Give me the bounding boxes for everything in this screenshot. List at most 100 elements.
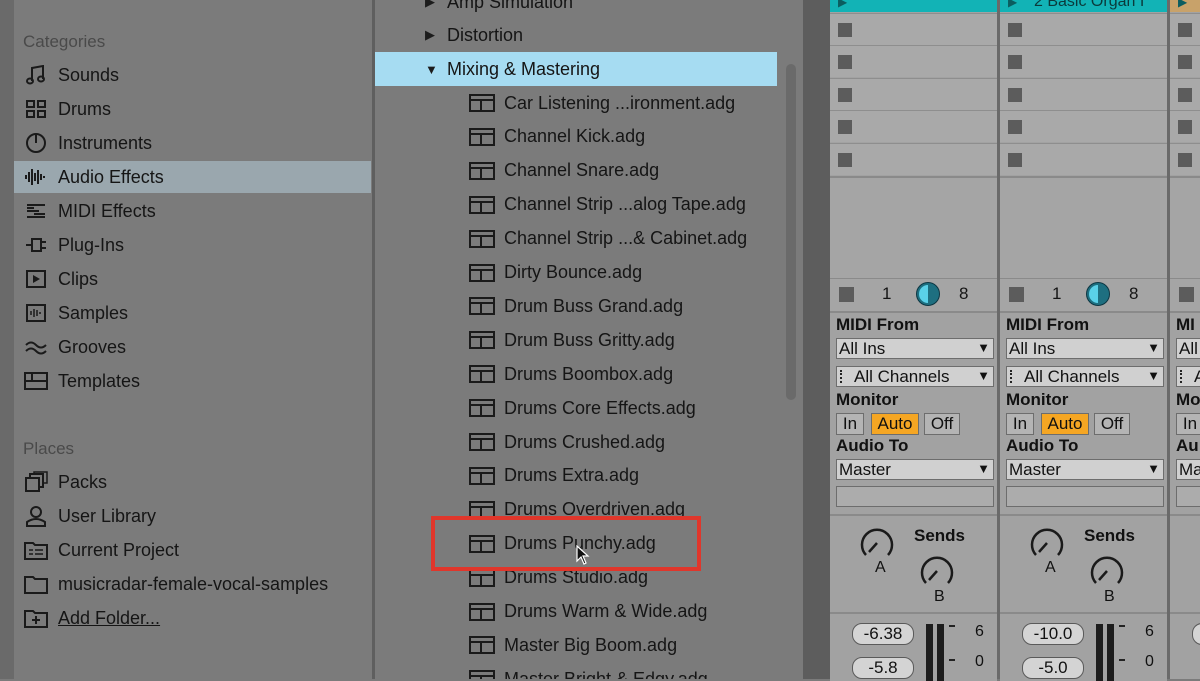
sidebar-item-audio-effects[interactable]: Audio Effects — [14, 161, 371, 193]
file-row[interactable]: Channel Snare.adg — [375, 154, 777, 188]
track-play-icon[interactable]: ▶ — [1008, 0, 1017, 9]
clip-stop-button[interactable] — [838, 87, 852, 102]
track-title-bar[interactable]: ▶ 2 Basic Organ I — [1000, 0, 1167, 12]
expand-triangle-icon[interactable]: ▶ — [425, 27, 439, 43]
clip-stop-button[interactable] — [1008, 120, 1022, 135]
file-row[interactable]: Channel Strip ...alog Tape.adg — [375, 188, 777, 222]
clip-stop-button[interactable] — [1178, 23, 1192, 37]
clip-slot[interactable] — [1000, 45, 1167, 78]
clip-stop-button[interactable] — [838, 120, 852, 135]
send-b-knob[interactable] — [918, 552, 956, 590]
file-row[interactable]: Dirty Bounce.adg — [375, 256, 777, 290]
file-row[interactable]: Drums Extra.adg — [375, 459, 777, 493]
track-play-icon[interactable]: ▶ — [1178, 0, 1187, 9]
send-a-knob[interactable] — [858, 524, 896, 562]
file-row[interactable]: Drums Crushed.adg — [375, 425, 777, 459]
midi-from-dropdown[interactable]: All — [1176, 338, 1200, 359]
sidebar-item-instruments[interactable]: Instruments — [14, 127, 371, 159]
clip-stop-button[interactable] — [1008, 55, 1022, 70]
volume-field[interactable]: -10.0 — [1022, 623, 1084, 645]
clip-stop-button[interactable] — [1008, 152, 1022, 167]
file-row[interactable]: Channel Strip ...& Cabinet.adg — [375, 222, 777, 256]
send-b-knob[interactable] — [1088, 552, 1126, 590]
add-folder-button[interactable]: Add Folder... — [14, 602, 371, 634]
sidebar-item-samples[interactable]: Samples — [14, 297, 371, 329]
expand-triangle-icon[interactable]: ▶ — [425, 0, 439, 10]
pane-divider[interactable] — [803, 0, 830, 679]
monitor-off-button[interactable]: Off — [1094, 413, 1130, 435]
sidebar-item-plug-ins[interactable]: Plug-Ins — [14, 229, 371, 261]
clip-slot[interactable] — [1000, 77, 1167, 110]
sidebar-item-templates[interactable]: Templates — [14, 365, 371, 397]
volume-field-secondary[interactable]: -5.8 — [852, 657, 914, 679]
clip-slot[interactable] — [1170, 45, 1200, 78]
midi-from-dropdown[interactable]: All Ins ▼ — [1006, 338, 1164, 359]
file-row[interactable]: Drums Boombox.adg — [375, 357, 777, 391]
monitor-auto-button[interactable]: Auto — [871, 413, 919, 435]
clip-stop-button[interactable] — [1178, 152, 1192, 167]
clip-stop-button[interactable] — [1178, 120, 1192, 135]
folder-distortion[interactable]: ▶ Distortion — [375, 18, 777, 52]
folder-amp-simulation[interactable]: ▶ Amp Simulation — [375, 0, 777, 19]
clip-stop-button[interactable] — [1008, 23, 1022, 37]
clip-slot[interactable] — [1000, 13, 1167, 45]
track-title-bar[interactable]: ▶ — [830, 0, 997, 12]
file-row[interactable]: Drums Warm & Wide.adg — [375, 595, 777, 629]
track-play-icon[interactable]: ▶ — [838, 0, 847, 9]
audio-to-dropdown[interactable]: Master ▼ — [836, 459, 994, 480]
file-row[interactable]: Master Bright & Edgy.adg — [375, 662, 777, 679]
audio-to-channel-dropdown[interactable] — [1176, 486, 1200, 507]
audio-to-dropdown[interactable]: Master ▼ — [1006, 459, 1164, 480]
monitor-in-button[interactable]: In — [1006, 413, 1034, 435]
volume-field[interactable]: -6.38 — [852, 623, 914, 645]
track-title-bar[interactable]: ▶ — [1170, 0, 1200, 12]
sidebar-item-midi-effects[interactable]: MIDI Effects — [14, 195, 371, 227]
stop-clips-button[interactable] — [1179, 287, 1194, 302]
stop-clips-button[interactable] — [1009, 287, 1024, 302]
clip-stop-button[interactable] — [838, 55, 852, 70]
sidebar-item-drums[interactable]: Drums — [14, 93, 371, 125]
midi-channel-dropdown[interactable]: All Channels ▼ — [1006, 366, 1164, 387]
clip-stop-button[interactable] — [1178, 87, 1192, 102]
stop-clips-button[interactable] — [839, 287, 854, 302]
midi-channel-dropdown[interactable]: A — [1176, 366, 1200, 387]
audio-to-channel-dropdown[interactable] — [836, 486, 994, 507]
sidebar-item-musicradar-folder[interactable]: musicradar-female-vocal-samples — [14, 568, 371, 600]
midi-from-dropdown[interactable]: All Ins ▼ — [836, 338, 994, 359]
file-row[interactable]: Master Big Boom.adg — [375, 628, 777, 662]
clip-slot[interactable] — [830, 142, 997, 175]
clip-slot[interactable] — [830, 13, 997, 45]
audio-to-channel-dropdown[interactable] — [1006, 486, 1164, 507]
midi-channel-dropdown[interactable]: All Channels ▼ — [836, 366, 994, 387]
sidebar-item-sounds[interactable]: Sounds — [14, 59, 371, 91]
clip-slot[interactable] — [1170, 77, 1200, 110]
clip-slot[interactable] — [1170, 142, 1200, 175]
clip-slot[interactable] — [1000, 142, 1167, 175]
clip-slot[interactable] — [1170, 110, 1200, 143]
audio-to-dropdown[interactable]: Ma — [1176, 459, 1200, 480]
clip-slot[interactable] — [1000, 110, 1167, 143]
monitor-in-button[interactable]: In — [836, 413, 864, 435]
monitor-in-button[interactable]: In — [1176, 413, 1200, 435]
file-row[interactable]: Car Listening ...ironment.adg — [375, 86, 777, 120]
file-row[interactable]: Drum Buss Grand.adg — [375, 289, 777, 323]
sidebar-item-user-library[interactable]: User Library — [14, 500, 371, 532]
clip-slot[interactable] — [830, 110, 997, 143]
collapse-triangle-icon[interactable]: ▼ — [425, 62, 439, 77]
browser-scrollbar[interactable] — [786, 64, 796, 400]
file-row[interactable]: Drums Core Effects.adg — [375, 391, 777, 425]
send-a-knob[interactable] — [1028, 524, 1066, 562]
folder-mixing-mastering[interactable]: ▼ Mixing & Mastering — [375, 52, 777, 86]
clip-slot[interactable] — [830, 45, 997, 78]
clip-slot[interactable] — [830, 77, 997, 110]
clip-stop-button[interactable] — [838, 152, 852, 167]
sidebar-item-clips[interactable]: Clips — [14, 263, 371, 295]
sidebar-item-packs[interactable]: Packs — [14, 466, 371, 498]
clip-stop-button[interactable] — [1178, 55, 1192, 70]
monitor-auto-button[interactable]: Auto — [1041, 413, 1089, 435]
volume-field[interactable] — [1192, 623, 1200, 645]
clip-stop-button[interactable] — [1008, 87, 1022, 102]
volume-field-secondary[interactable]: -5.0 — [1022, 657, 1084, 679]
sidebar-item-current-project[interactable]: Current Project — [14, 534, 371, 566]
clip-stop-button[interactable] — [838, 23, 852, 37]
